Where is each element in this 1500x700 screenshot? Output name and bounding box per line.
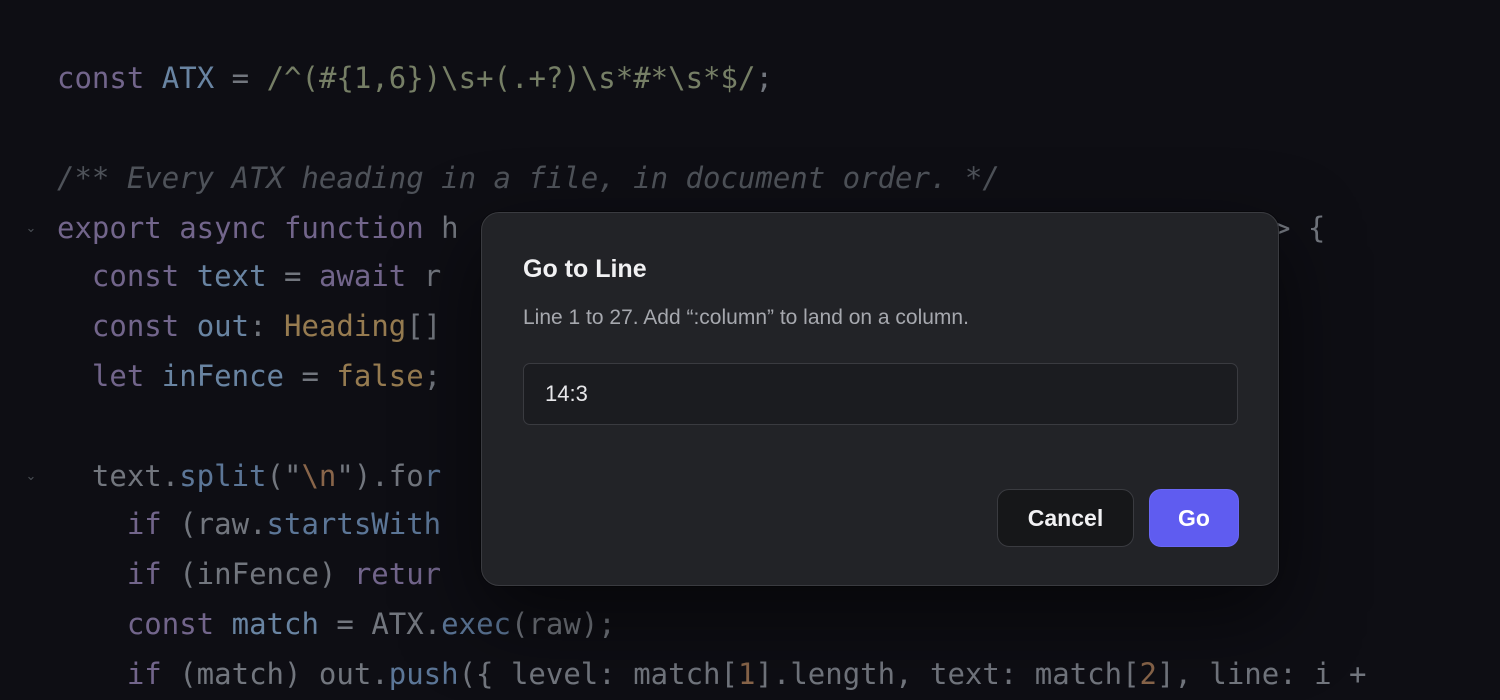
dialog-subtitle: Line 1 to 27. Add “:column” to land on a…	[523, 306, 969, 329]
cancel-button[interactable]: Cancel	[997, 489, 1134, 547]
line-number-input[interactable]	[523, 363, 1238, 425]
go-to-line-dialog: Go to Line Line 1 to 27. Add “:column” t…	[481, 212, 1279, 586]
go-button[interactable]: Go	[1149, 489, 1239, 547]
dialog-title: Go to Line	[523, 255, 647, 283]
